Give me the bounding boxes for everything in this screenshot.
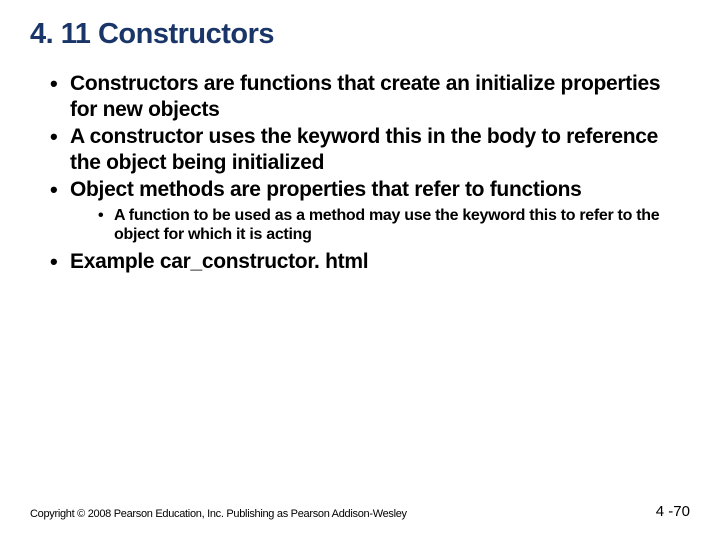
slide-container: 4. 11 Constructors Constructors are func…: [0, 0, 720, 540]
slide-footer: Copyright © 2008 Pearson Education, Inc.…: [30, 503, 690, 520]
page-number: 4 -70: [656, 503, 690, 520]
sub-bullet-list: A function to be used as a method may us…: [70, 207, 690, 245]
copyright-text: Copyright © 2008 Pearson Education, Inc.…: [30, 508, 407, 520]
sub-bullet-item: A function to be used as a method may us…: [100, 207, 690, 245]
bullet-item: Constructors are functions that create a…: [54, 71, 690, 122]
main-bullet-list: Constructors are functions that create a…: [30, 71, 690, 274]
bullet-item: Object methods are properties that refer…: [54, 177, 690, 244]
slide-title: 4. 11 Constructors: [30, 18, 690, 51]
bullet-item: A constructor uses the keyword this in t…: [54, 124, 690, 175]
bullet-item: Example car_constructor. html: [54, 249, 690, 275]
bullet-text: Object methods are properties that refer…: [70, 178, 582, 201]
